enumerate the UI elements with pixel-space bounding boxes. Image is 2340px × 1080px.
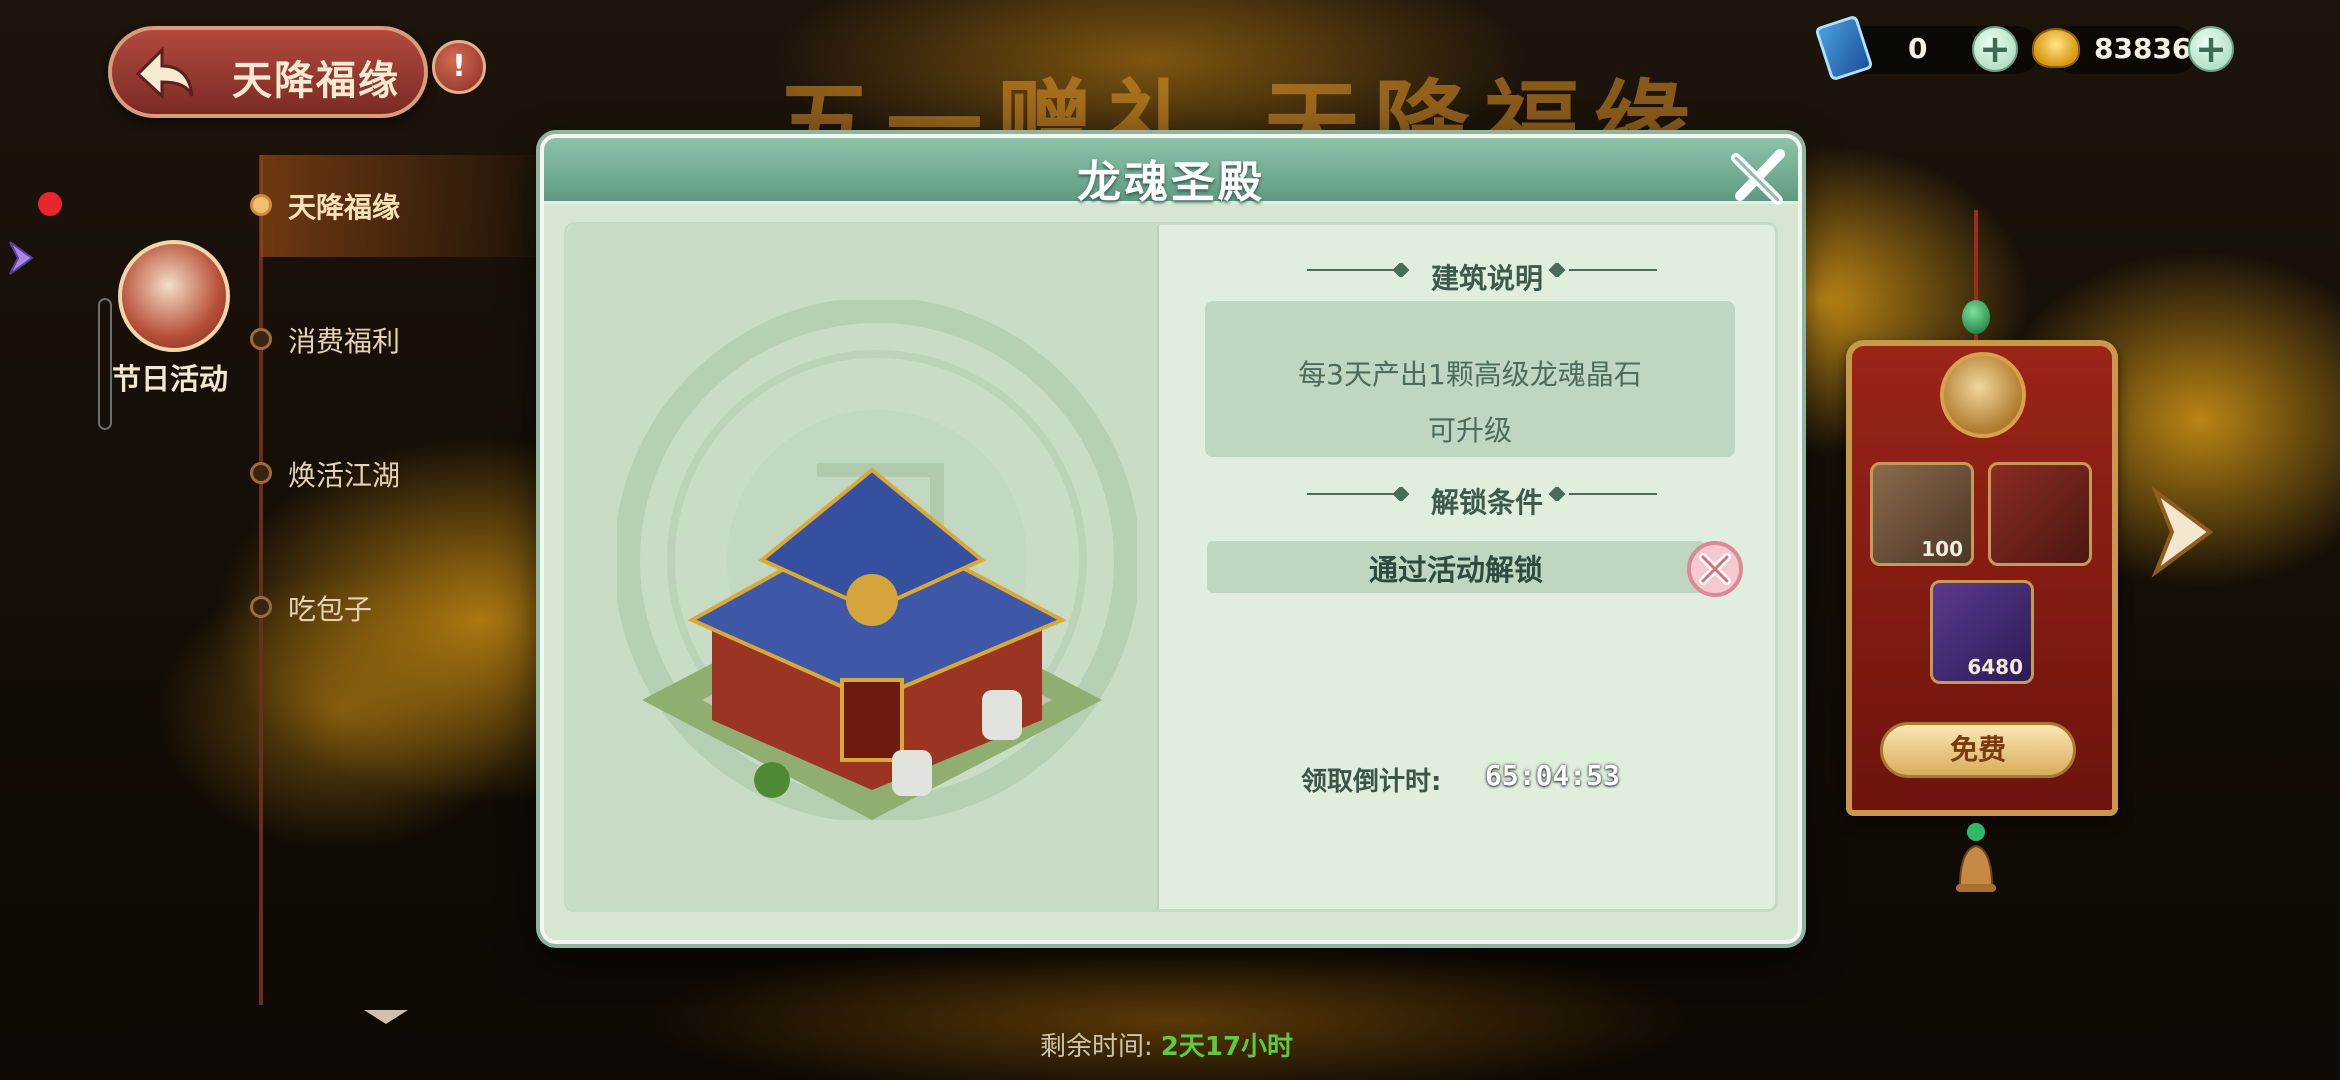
dialog-header: 龙魂圣殿: [544, 138, 1798, 208]
divider-ornament-icon: [1548, 263, 1657, 277]
lantern-icon[interactable]: [118, 240, 230, 352]
unlock-conditions-heading: 解锁条件: [1430, 486, 1543, 519]
menu-dot-icon: [250, 596, 272, 618]
bell-icon: [1956, 823, 1996, 892]
building-description-heading: 建筑说明: [1430, 262, 1543, 295]
reward-count: 100: [1921, 537, 1963, 561]
reward-slot-gold-ingot[interactable]: 6480: [1930, 580, 2034, 684]
divider-ornament-icon: [1548, 487, 1657, 501]
medal-icon: [1940, 352, 2026, 438]
unlock-condition-text: 通过活动解锁: [1368, 553, 1543, 587]
reward-slot-ornament[interactable]: 100: [1870, 462, 1974, 566]
not-met-x-icon: [1687, 541, 1743, 597]
next-arrow-icon[interactable]: [2148, 486, 2218, 578]
menu-dot-icon: [250, 462, 272, 484]
jade-bead-icon: [1962, 300, 1990, 334]
remaining-time: 剩余时间: 2天17小时: [1040, 1026, 1293, 1063]
description-box: 每3天产出1颗高级龙魂晶石 可升级: [1205, 301, 1735, 457]
dialog-title: 龙魂圣殿: [1077, 157, 1265, 208]
claim-countdown-label: 领取倒计时:: [1301, 767, 1442, 797]
currency-ticket-value: 0: [1908, 32, 1928, 65]
reward-slot-pavilion[interactable]: [1988, 462, 2092, 566]
exclamation-icon: !: [452, 49, 466, 84]
expand-arrow-icon[interactable]: [6, 238, 36, 278]
sidebar-item-xiaofei[interactable]: 消费福利: [288, 320, 400, 360]
free-claim-button[interactable]: 免费: [1880, 722, 2076, 778]
festival-category-label: 节日活动: [112, 362, 229, 396]
sidebar-item-huanhuo[interactable]: 焕活江湖: [288, 454, 400, 494]
description-line: 每3天产出1颗高级龙魂晶石: [1298, 358, 1642, 391]
dialog-body: 建筑说明 每3天产出1颗高级龙魂晶石 可升级 解锁条件 通过活动解锁 领取倒计时…: [564, 222, 1778, 912]
add-gold-button[interactable]: +: [2188, 26, 2234, 72]
info-button[interactable]: !: [432, 40, 486, 94]
building-info-dialog: 龙魂圣殿 建筑说明 每3天产出1颗高级龙魂晶石 可升级 解锁条件 通过活动解锁 …: [540, 134, 1802, 944]
reward-count: 6480: [1967, 655, 2023, 679]
menu-dot-icon: [250, 328, 272, 350]
back-arrow-icon: [135, 46, 194, 100]
dragon-temple-building-icon: [642, 467, 1102, 820]
scroll-down-icon[interactable]: [364, 1010, 408, 1024]
menu-dot-icon: [250, 194, 272, 216]
sidebar-item-tianjiang[interactable]: 天降福缘: [288, 186, 400, 226]
menu-divider: [259, 155, 263, 1005]
claim-countdown-value: 65:04:53: [1485, 759, 1620, 792]
close-icon[interactable]: [1726, 144, 1792, 210]
gold-ingot-icon: [2032, 28, 2080, 68]
side-scrollbar[interactable]: [98, 298, 112, 430]
remaining-time-label: 剩余时间:: [1040, 1032, 1153, 1062]
unlock-condition-row: 通过活动解锁: [1207, 541, 1705, 593]
building-preview: [567, 225, 1159, 909]
page-title: 天降福缘: [232, 58, 400, 104]
description-line: 可升级: [1427, 414, 1512, 447]
back-button[interactable]: 天降福缘: [108, 26, 428, 118]
currency-gold-value: 83836: [2094, 32, 2192, 65]
add-ticket-button[interactable]: +: [1972, 26, 2018, 72]
notification-dot: [38, 192, 62, 216]
remaining-time-value: 2天17小时: [1160, 1032, 1294, 1062]
sidebar-item-baozi[interactable]: 吃包子: [288, 588, 372, 628]
